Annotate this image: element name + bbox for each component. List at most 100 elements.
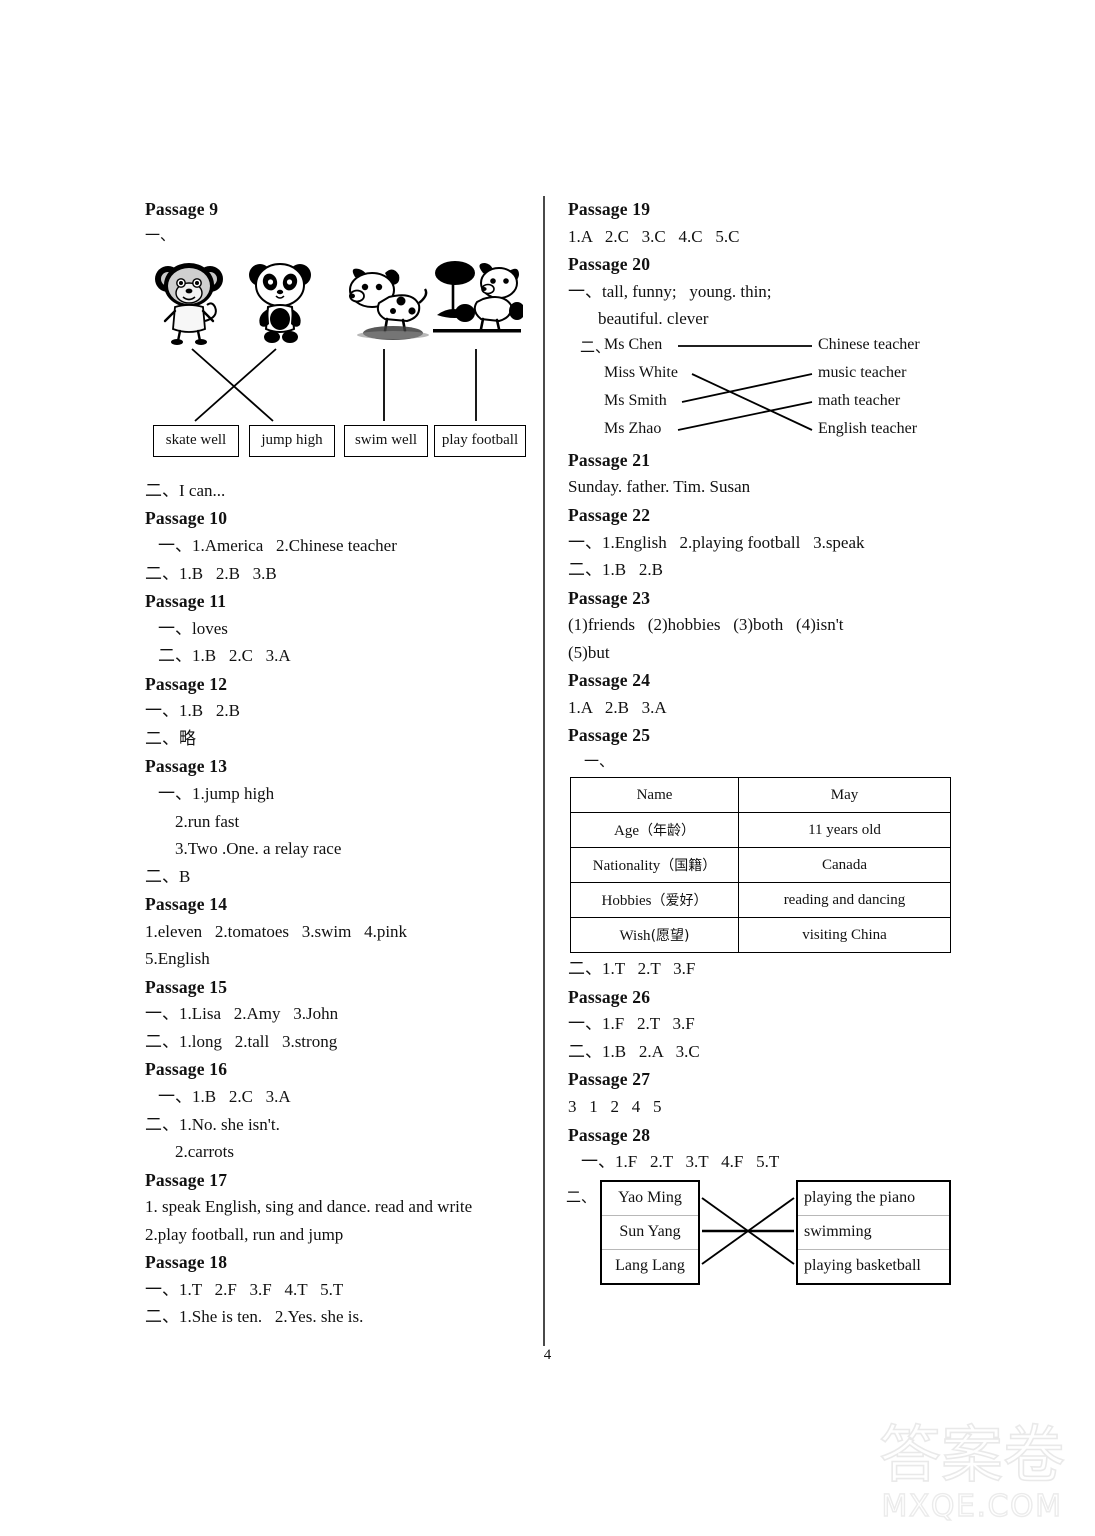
value-text: 11 years old: [808, 821, 881, 838]
passage-13-line-2: 2.run fast: [175, 811, 240, 831]
passage-13-line-1: 一、1.jump high: [158, 783, 275, 803]
passage-11-line-2: 二、1.B 2.C 3.A: [158, 646, 291, 666]
passage-24-title: Passage 24: [568, 670, 651, 691]
passage-23-title: Passage 23: [568, 587, 651, 608]
label-text: Name: [636, 786, 673, 803]
label-zh: （国籍）: [660, 858, 717, 875]
passage-27-line-1: 3 1 2 4 5: [568, 1097, 662, 1117]
watermark-cn-text: 答案卷: [879, 1418, 1065, 1491]
passage-20-line-2: beautiful. clever: [598, 309, 709, 329]
table-row: Name May: [570, 777, 951, 814]
passage-21-title: Passage 21: [568, 449, 651, 470]
passage-13-line-4: 二、B: [145, 866, 191, 886]
passage-13-title: Passage 13: [145, 756, 228, 777]
passage-16-title: Passage 16: [145, 1059, 228, 1080]
table-row: Wish(愿望) visiting China: [570, 917, 951, 954]
passage-11-line-1: 一、loves: [158, 618, 228, 638]
passage-13-line-3: 3.Two .One. a relay race: [175, 839, 342, 859]
passage-16-line-2: 二、1.No. she isn't.: [145, 1114, 280, 1134]
watermark-url-text: MXQE.COM: [882, 1489, 1063, 1524]
passage-15-title: Passage 15: [145, 976, 228, 997]
passage-9-matching-exercise: skate well jump high swim well play foot…: [145, 249, 530, 477]
passage-17-title: Passage 17: [145, 1169, 228, 1190]
passage-15-line-2: 二、1.long 2.tall 3.strong: [145, 1031, 338, 1051]
watermark: 答案卷 MXQE.COM: [878, 1417, 1066, 1525]
passage-17-line-2: 2.play football, run and jump: [145, 1224, 344, 1244]
cell-label-nationality: Nationality（国籍）: [570, 847, 739, 884]
passage-10-line-2: 二、1.B 2.B 3.B: [145, 563, 277, 583]
right-column: Passage 19 1.A 2.C 3.C 4.C 5.C Passage 2…: [566, 195, 953, 1286]
passage-28-title: Passage 28: [568, 1124, 651, 1145]
tag-play-football[interactable]: play football: [434, 424, 526, 457]
passage-16-line-1: 一、1.B 2.C 3.A: [158, 1087, 291, 1107]
table-row: Age（年龄） 11 years old: [570, 812, 951, 849]
passage-22-line-2: 二、1.B 2.B: [568, 560, 663, 580]
label-text: Wish: [619, 928, 651, 945]
passage-26-line-2: 二、1.B 2.A 3.C: [568, 1041, 700, 1061]
cell-value-wish: visiting China: [738, 917, 951, 954]
passage-15-line-1: 一、1.Lisa 2.Amy 3.John: [145, 1004, 339, 1024]
label-text: Nationality: [592, 858, 661, 875]
tag-label: jump high: [261, 432, 323, 449]
cell-label-wish: Wish(愿望): [570, 917, 739, 954]
label-zh: （年龄）: [639, 823, 695, 840]
passage-25-profile-table: Name May Age（年龄） 11 years old Nationalit…: [570, 777, 951, 954]
tag-label: skate well: [165, 432, 227, 449]
value-text: Canada: [822, 856, 867, 873]
passage-26-title: Passage 26: [568, 986, 651, 1007]
passage-28-line-1: 一、1.F 2.T 3.T 4.F 5.T: [581, 1152, 780, 1172]
passage-20-title: Passage 20: [568, 254, 651, 275]
label-text: Age: [614, 823, 639, 840]
passage-9-title: Passage 9: [145, 199, 219, 219]
passage-16-line-3: 2.carrots: [175, 1142, 235, 1162]
label-zh: (愿望): [650, 928, 690, 945]
passage-19-title: Passage 19: [568, 199, 651, 219]
passage-12-line-2: 二、略: [145, 728, 196, 748]
value-text: May: [830, 786, 859, 803]
passage-23-line-2: (5)but: [568, 642, 610, 662]
passage-10-title: Passage 10: [145, 508, 228, 529]
passage-25-line-after: 二、1.T 2.T 3.F: [568, 959, 696, 979]
passage-12-line-1: 一、1.B 2.B: [145, 701, 240, 721]
passage-20-connector-lines: [677, 344, 813, 431]
passage-14-line-1: 1.eleven 2.tomatoes 3.swim 4.pink: [145, 921, 408, 941]
cell-label-hobbies: Hobbies（爱好）: [570, 882, 739, 919]
passage-19-line-1: 1.A 2.C 3.C 4.C 5.C: [568, 226, 740, 246]
cell-label-age: Age（年龄）: [570, 812, 739, 849]
tag-jump-high[interactable]: jump high: [249, 424, 335, 457]
cell-value-age: 11 years old: [738, 812, 951, 849]
passage-26-line-1: 一、1.F 2.T 3.F: [568, 1014, 695, 1034]
passage-21-line-1: Sunday. father. Tim. Susan: [568, 477, 751, 497]
passage-18-line-1: 一、1.T 2.F 3.F 4.T 5.T: [145, 1279, 344, 1299]
left-column: Passage 9 一、 skate well jump high swim w…: [145, 195, 530, 1331]
passage-9-part1-marker: 一、: [145, 225, 176, 244]
passage-24-line-1: 1.A 2.B 3.A: [568, 697, 667, 717]
passage-28-matching-exercise: 二、 Yao Ming Sun Yang Lang Lang playing t…: [566, 1178, 953, 1286]
passage-11-title: Passage 11: [145, 591, 227, 612]
passage-18-title: Passage 18: [145, 1252, 228, 1273]
passage-12-title: Passage 12: [145, 673, 228, 694]
passage-20-matching-exercise: 二、 Ms Chen Miss White Ms Smith Ms Zhao C…: [568, 336, 953, 446]
label-text: Hobbies: [601, 893, 652, 910]
passage-25-title: Passage 25: [568, 725, 651, 746]
tag-label: play football: [441, 432, 519, 449]
passage-22-title: Passage 22: [568, 504, 651, 525]
passage-10-line-1: 一、1.America 2.Chinese teacher: [158, 536, 397, 556]
cell-value-nationality: Canada: [738, 847, 951, 884]
passage-23-line-1: (1)friends (2)hobbies (3)both (4)isn't: [568, 615, 844, 635]
tag-label: swim well: [354, 432, 418, 449]
passage-14-title: Passage 14: [145, 894, 228, 915]
value-text: reading and dancing: [783, 891, 906, 908]
value-text: visiting China: [802, 926, 887, 943]
tag-skate-well[interactable]: skate well: [153, 424, 239, 457]
answer-key-page: Passage 9 一、 skate well jump high swim w…: [0, 0, 1095, 1536]
table-row: Nationality（国籍） Canada: [570, 847, 951, 884]
passage-20-line-1: 一、tall, funny; young. thin;: [568, 281, 772, 301]
label-zh: （爱好）: [651, 893, 708, 910]
page-number: 4: [543, 1347, 552, 1363]
passage-22-line-1: 一、1.English 2.playing football 3.speak: [568, 532, 865, 552]
tag-swim-well[interactable]: swim well: [344, 424, 428, 457]
passage-27-title: Passage 27: [568, 1069, 651, 1090]
passage-25-part1-marker: 一、: [584, 751, 615, 770]
passage-28-connector-lines: [701, 1196, 795, 1265]
